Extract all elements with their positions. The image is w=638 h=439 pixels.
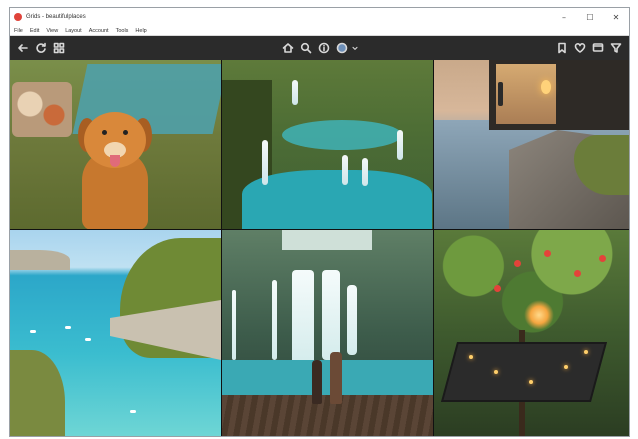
red-flower	[514, 260, 521, 267]
toolbar-left	[14, 41, 68, 55]
person-left	[312, 360, 322, 404]
waterfall-stream	[347, 285, 357, 355]
waterfall-stream	[262, 140, 268, 185]
waterfall-stream	[292, 80, 298, 105]
app-window: Grids - beautifulplaces – ☐ ✕ File Edit …	[9, 7, 630, 437]
menu-bar: File Edit View Layout Account Tools Help	[10, 26, 629, 36]
candle-light	[584, 350, 588, 354]
photo-tile-sunset-cliff-house[interactable]	[434, 60, 629, 229]
photo-grid	[10, 60, 629, 436]
menu-account[interactable]: Account	[89, 28, 109, 34]
waterfall-stream	[272, 280, 277, 360]
close-button[interactable]: ✕	[603, 8, 629, 26]
boat	[85, 338, 91, 341]
waterfall-stream	[292, 270, 314, 365]
home-icon[interactable]	[281, 41, 295, 55]
waterfall-stream	[232, 290, 236, 360]
toolbar	[10, 36, 629, 60]
boat	[130, 410, 136, 413]
candle-light	[529, 380, 533, 384]
toolbar-right	[553, 41, 625, 55]
maximize-button[interactable]: ☐	[577, 8, 603, 26]
photo-tile-treehouse-dinner[interactable]	[434, 230, 629, 436]
dining-platform	[440, 342, 608, 402]
menu-layout[interactable]: Layout	[65, 28, 82, 34]
menu-tools[interactable]: Tools	[116, 28, 129, 34]
red-flower	[599, 255, 606, 262]
candle-light	[494, 370, 498, 374]
chevron-down-icon[interactable]	[351, 41, 359, 55]
window-title: Grids - beautifulplaces	[26, 14, 86, 20]
menu-file[interactable]: File	[14, 28, 23, 34]
standing-person	[498, 82, 503, 106]
boat	[30, 330, 36, 333]
lower-pool	[242, 170, 432, 229]
grid-icon[interactable]	[52, 41, 66, 55]
info-icon[interactable]	[317, 41, 331, 55]
photo-tile-turquoise-cove[interactable]	[10, 230, 221, 436]
heart-icon[interactable]	[573, 41, 587, 55]
menu-edit[interactable]: Edit	[30, 28, 39, 34]
candle-light	[469, 355, 473, 359]
title-bar: Grids - beautifulplaces – ☐ ✕	[10, 8, 629, 26]
minimize-button[interactable]: –	[551, 8, 577, 26]
sky-opening	[282, 230, 372, 250]
menu-view[interactable]: View	[46, 28, 58, 34]
waterfall-stream	[342, 155, 348, 185]
red-flower	[494, 285, 501, 292]
photo-tile-waterfall-couple[interactable]	[222, 230, 433, 436]
photo-tile-dog-picnic[interactable]	[10, 60, 221, 229]
message-icon[interactable]	[591, 41, 605, 55]
dog-eye-right	[123, 130, 128, 135]
upper-pool	[282, 120, 402, 150]
photo-tile-waterfall-canyon[interactable]	[222, 60, 433, 229]
red-flower	[574, 270, 581, 277]
avatar-icon[interactable]	[335, 41, 349, 55]
filter-icon[interactable]	[609, 41, 623, 55]
person-right	[330, 352, 342, 404]
bookmark-icon[interactable]	[555, 41, 569, 55]
far-headland	[10, 250, 70, 270]
window-controls: – ☐ ✕	[551, 8, 629, 26]
cliff-left	[10, 350, 65, 436]
plunge-pool	[222, 360, 433, 400]
wooden-deck	[222, 395, 433, 436]
lamp-light	[541, 80, 551, 94]
dog-eye-left	[102, 130, 107, 135]
app-logo-icon	[14, 13, 22, 21]
menu-help[interactable]: Help	[135, 28, 146, 34]
back-arrow-icon[interactable]	[16, 41, 30, 55]
waterfall-stream	[362, 158, 368, 186]
toolbar-center	[279, 41, 361, 55]
search-icon[interactable]	[299, 41, 313, 55]
picnic-food	[12, 82, 72, 137]
tree-canopy	[434, 230, 629, 350]
lantern-glow	[524, 300, 554, 330]
house-window	[496, 64, 556, 124]
refresh-icon[interactable]	[34, 41, 48, 55]
red-flower	[544, 250, 551, 257]
candle-light	[564, 365, 568, 369]
waterfall-stream	[397, 130, 403, 160]
dog-tongue	[110, 155, 120, 167]
waterfall-stream	[322, 270, 340, 360]
boat	[65, 326, 71, 329]
